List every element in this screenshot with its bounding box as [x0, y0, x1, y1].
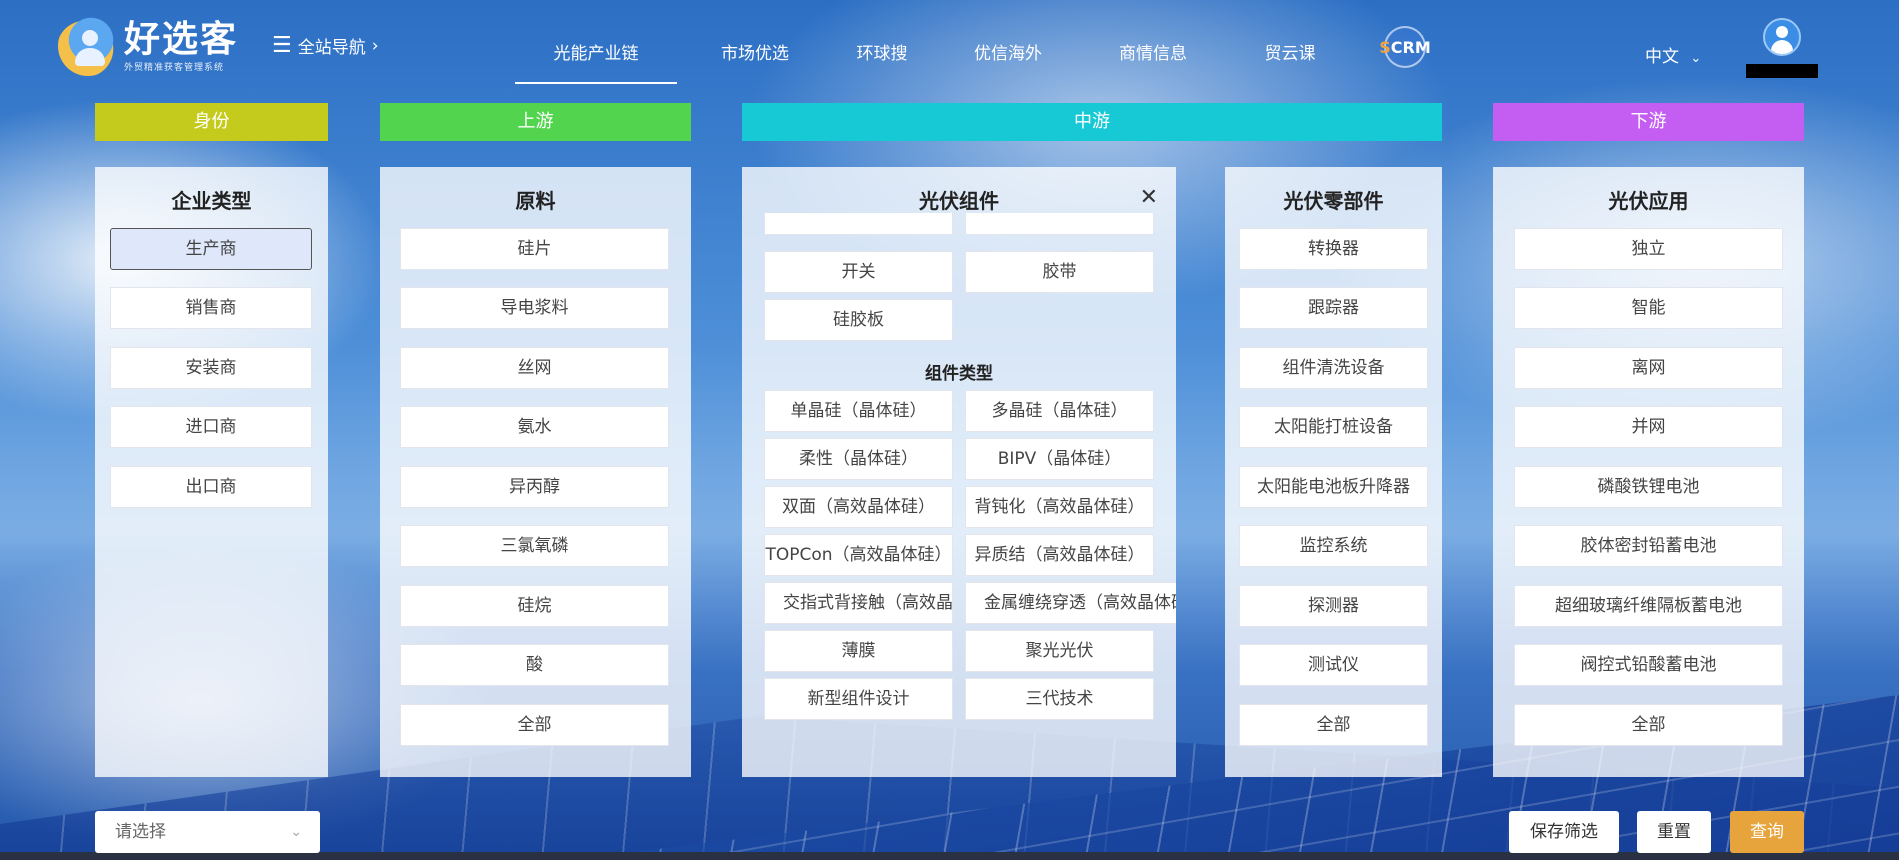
option-material-all[interactable]: 全部	[400, 704, 669, 746]
panel-pv-applications: 光伏应用 独立 智能 离网 并网 磷酸铁锂电池 胶体密封铅蓄电池 超细玻璃纤维隔…	[1493, 167, 1804, 777]
logo[interactable]: 好选客 外贸精准获客管理系统	[58, 16, 238, 76]
option-part[interactable]: 组件清洗设备	[1239, 347, 1428, 389]
site-nav-label: 全站导航	[297, 38, 366, 58]
chevron-down-icon: ⌄	[1690, 51, 1702, 66]
nav-item-business-info[interactable]: 商情信息	[1114, 30, 1192, 84]
category-upstream: 上游	[380, 103, 691, 141]
redacted-username	[1746, 64, 1818, 78]
option-exporter[interactable]: 出口商	[110, 466, 312, 508]
option-application[interactable]: 智能	[1514, 287, 1783, 329]
module-type-heading: 组件类型	[925, 364, 993, 384]
option-part[interactable]: 太阳能电池板升降器	[1239, 466, 1428, 508]
panel-title: 光伏零部件	[1283, 189, 1384, 213]
panel-pv-modules: 光伏组件 ✕ 开关 胶带 硅胶板 组件类型 单晶硅（晶体硅） 多晶硅（晶体硅） …	[742, 167, 1176, 777]
nav-item-course[interactable]: 贸云课	[1259, 30, 1321, 84]
option-application-all[interactable]: 全部	[1514, 704, 1783, 746]
panel-title: 光伏组件	[919, 189, 999, 213]
option-module-type[interactable]: 双面（高效晶体硅）	[764, 486, 953, 528]
reset-button[interactable]: 重置	[1637, 811, 1711, 853]
option-module-type[interactable]: BIPV（晶体硅）	[965, 438, 1154, 480]
option-module-type[interactable]: 异质结（高效晶体硅）	[965, 534, 1154, 576]
scrm-button[interactable]: S CRM	[1379, 26, 1431, 68]
panel-materials: 原料 硅片 导电浆料 丝网 氨水 异丙醇 三氯氧磷 硅烷 酸 全部	[380, 167, 691, 777]
site-nav-button[interactable]: ☰ 全站导航 ›	[272, 33, 379, 58]
option-part-all[interactable]: 全部	[1239, 704, 1428, 746]
option-module-type[interactable]: 三代技术	[965, 678, 1154, 720]
panel-enterprise-type: 企业类型 生产商 销售商 安装商 进口商 出口商	[95, 167, 328, 777]
option-module[interactable]: 硅胶板	[764, 299, 953, 341]
option-part[interactable]: 监控系统	[1239, 525, 1428, 567]
panel-pv-parts: 光伏零部件 转换器 跟踪器 组件清洗设备 太阳能打桩设备 太阳能电池板升降器 监…	[1225, 167, 1442, 777]
option-material[interactable]: 氨水	[400, 406, 669, 448]
user-avatar-icon[interactable]	[1763, 18, 1801, 56]
option-application[interactable]: 并网	[1514, 406, 1783, 448]
option-module-type[interactable]: 多晶硅（晶体硅）	[965, 390, 1154, 432]
saved-filter-select[interactable]: 请选择 ⌄	[95, 811, 320, 853]
option-module-clipped[interactable]	[764, 213, 953, 235]
option-module-type[interactable]: 聚光光伏	[965, 630, 1154, 672]
logo-name: 好选客	[124, 18, 239, 60]
option-module-type[interactable]: 柔性（晶体硅）	[764, 438, 953, 480]
option-part[interactable]: 转换器	[1239, 228, 1428, 270]
select-placeholder: 请选择	[115, 822, 166, 842]
chevron-down-icon: ⌄	[290, 824, 302, 840]
panel-title: 企业类型	[171, 189, 252, 213]
panel-title: 原料	[515, 189, 556, 213]
option-part[interactable]: 探测器	[1239, 585, 1428, 627]
option-seller[interactable]: 销售商	[110, 287, 312, 329]
option-application[interactable]: 超细玻璃纤维隔板蓄电池	[1514, 585, 1783, 627]
option-module-type[interactable]: 背钝化（高效晶体硅）	[965, 486, 1154, 528]
nav-item-solar-chain[interactable]: 光能产业链	[515, 30, 677, 84]
option-application[interactable]: 离网	[1514, 347, 1783, 389]
option-material[interactable]: 硅烷	[400, 585, 669, 627]
option-application[interactable]: 胶体密封铅蓄电池	[1514, 525, 1783, 567]
option-module-type[interactable]: 薄膜	[764, 630, 953, 672]
category-downstream: 下游	[1493, 103, 1804, 141]
option-manufacturer[interactable]: 生产商	[110, 228, 312, 270]
option-material[interactable]: 导电浆料	[400, 287, 669, 329]
option-material[interactable]: 异丙醇	[400, 466, 669, 508]
bottom-edge	[0, 852, 1899, 860]
option-module-type[interactable]: 金属缠绕穿透（高效晶体硅）	[965, 582, 1176, 624]
option-material[interactable]: 三氯氧磷	[400, 525, 669, 567]
option-material[interactable]: 丝网	[400, 347, 669, 389]
option-module-type[interactable]: TOPCon（高效晶体硅）	[764, 534, 953, 576]
option-installer[interactable]: 安装商	[110, 347, 312, 389]
option-application[interactable]: 独立	[1514, 228, 1783, 270]
logo-avatar-icon	[58, 16, 118, 76]
save-filter-button[interactable]: 保存筛选	[1509, 811, 1619, 853]
option-part[interactable]: 测试仪	[1239, 644, 1428, 686]
option-module-type[interactable]: 新型组件设计	[764, 678, 953, 720]
option-part[interactable]: 太阳能打桩设备	[1239, 406, 1428, 448]
option-importer[interactable]: 进口商	[110, 406, 312, 448]
logo-subtitle: 外贸精准获客管理系统	[124, 62, 225, 73]
category-identity: 身份	[95, 103, 328, 141]
panel-title: 光伏应用	[1608, 189, 1689, 213]
main-nav: 光能产业链 市场优选 环球搜 优信海外 商情信息 贸云课 S CRM	[515, 26, 1431, 84]
query-button[interactable]: 查询	[1730, 811, 1804, 853]
nav-item-overseas[interactable]: 优信海外	[969, 30, 1047, 84]
language-selector[interactable]: 中文 ⌄	[1645, 42, 1701, 67]
chevron-right-icon: ›	[371, 35, 379, 56]
option-part[interactable]: 跟踪器	[1239, 287, 1428, 329]
nav-item-market[interactable]: 市场优选	[709, 30, 801, 84]
option-module-type[interactable]: 单晶硅（晶体硅）	[764, 390, 953, 432]
category-midstream: 中游	[742, 103, 1442, 141]
menu-icon: ☰	[272, 33, 292, 58]
option-module-clipped[interactable]	[965, 213, 1154, 235]
nav-item-global-search[interactable]: 环球搜	[851, 30, 913, 84]
close-icon[interactable]: ✕	[1140, 185, 1158, 210]
top-header: 好选客 外贸精准获客管理系统 ☰ 全站导航 › 光能产业链 市场优选 环球搜 优…	[0, 0, 1899, 85]
option-module[interactable]: 胶带	[965, 251, 1154, 293]
option-module[interactable]: 开关	[764, 251, 953, 293]
option-material[interactable]: 酸	[400, 644, 669, 686]
option-application[interactable]: 阀控式铅酸蓄电池	[1514, 644, 1783, 686]
option-application[interactable]: 磷酸铁锂电池	[1514, 466, 1783, 508]
option-material[interactable]: 硅片	[400, 228, 669, 270]
option-module-type[interactable]: 交指式背接触（高效晶体硅）	[764, 582, 953, 624]
